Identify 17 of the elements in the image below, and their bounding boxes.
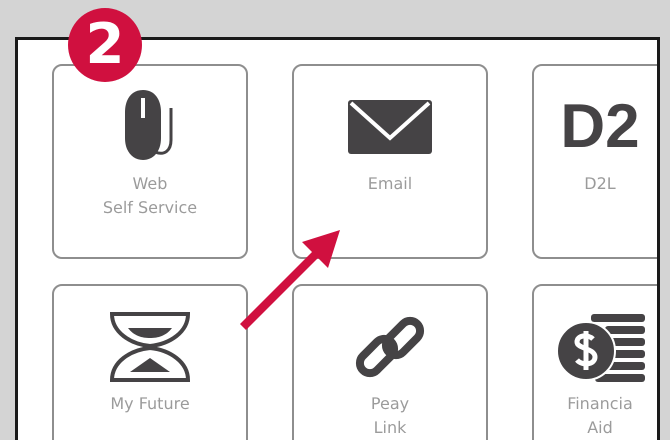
tile-label: Email bbox=[368, 173, 412, 195]
tile-label: D2L bbox=[584, 173, 616, 195]
coins-icon bbox=[555, 312, 645, 382]
app-tile[interactable]: Email bbox=[292, 64, 488, 259]
app-tile[interactable]: Web Self Service bbox=[52, 64, 248, 259]
hourglass-icon bbox=[110, 312, 190, 382]
app-tile[interactable]: Financia Aid bbox=[532, 284, 657, 440]
app-tile[interactable]: D2 D2L bbox=[532, 64, 657, 259]
tile-label: Peay Link bbox=[370, 393, 410, 439]
tile-label: My Future bbox=[110, 393, 190, 415]
app-tile[interactable]: My Future bbox=[52, 284, 248, 440]
envelope-icon bbox=[348, 100, 432, 154]
tile-label: Web Self Service bbox=[102, 173, 198, 219]
app-tile[interactable]: Peay Link bbox=[292, 284, 488, 440]
tile-label: Financia Aid bbox=[567, 393, 633, 439]
logo-text: D2 bbox=[560, 96, 640, 158]
step-badge: 2 bbox=[68, 8, 142, 82]
